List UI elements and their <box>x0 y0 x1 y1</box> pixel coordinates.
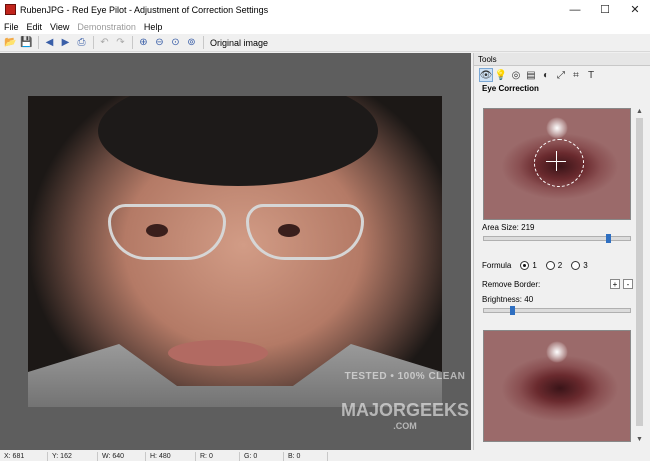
photo-hair <box>98 96 378 186</box>
menu-view[interactable]: View <box>50 22 69 32</box>
target-icon[interactable]: ◎ <box>509 68 523 82</box>
zoom-out-icon[interactable]: ⊖ <box>152 35 167 50</box>
photo-eye-left <box>146 224 168 237</box>
zoom-actual-icon[interactable]: ⊚ <box>184 35 199 50</box>
status-w: W: 640 <box>98 451 146 461</box>
toolbar: 📂 💾 ◀ ▶ ⎙ ↶ ↷ ⊕ ⊖ ⊙ ⊚ Original image <box>0 34 650 52</box>
eye-preview-after <box>483 330 631 442</box>
status-h: H: 480 <box>146 451 196 461</box>
close-icon[interactable]: ✕ <box>620 0 650 19</box>
eye-glint <box>546 117 568 139</box>
eye-icon[interactable]: 👁 <box>479 68 493 82</box>
tools-header: Tools <box>474 53 650 66</box>
window-title: RubenJPG - Red Eye Pilot - Adjustment of… <box>20 4 269 15</box>
menu-file[interactable]: File <box>4 22 19 32</box>
scroll-up-icon[interactable]: ▲ <box>634 106 645 116</box>
save-icon[interactable]: 💾 <box>19 35 34 50</box>
photo-glasses-right <box>246 204 364 260</box>
area-size-slider-thumb[interactable] <box>606 234 611 243</box>
eye-glint <box>546 341 568 363</box>
crop-icon[interactable]: ⌗ <box>569 68 583 82</box>
area-size-label: Area Size: 219 <box>482 223 535 232</box>
tools-icon-row: 👁 💡 ◎ ▤ ◐ ⤢ ⌗ T <box>474 66 650 84</box>
toolbar-separator <box>132 36 133 49</box>
watermark-logo: TESTED • 100% CLEAN MAJORGEEKS .COM <box>340 371 470 431</box>
menu-help[interactable]: Help <box>144 22 163 32</box>
area-size-slider[interactable] <box>483 234 631 243</box>
undo-icon[interactable]: ↶ <box>97 35 112 50</box>
formula-radio-3[interactable] <box>571 261 581 270</box>
formula-row: Formula 1 2 3 <box>482 261 588 270</box>
status-bar: X: 681 Y: 162 W: 640 H: 480 R: 0 G: 0 B:… <box>0 451 650 461</box>
status-g: G: 0 <box>240 451 284 461</box>
tools-scrollbar[interactable]: ▲ ▼ <box>634 106 645 444</box>
image-canvas[interactable]: TESTED • 100% CLEAN MAJORGEEKS .COM <box>0 53 471 450</box>
levels-icon[interactable]: ▤ <box>524 68 538 82</box>
text-icon[interactable]: T <box>584 68 598 82</box>
contrast-icon[interactable]: ◐ <box>539 68 553 82</box>
remove-border-label: Remove Border: <box>482 280 541 289</box>
selection-outline[interactable] <box>534 139 584 187</box>
status-r: R: 0 <box>196 451 240 461</box>
scroll-down-icon[interactable]: ▼ <box>634 434 645 444</box>
toolbar-separator <box>38 36 39 49</box>
photo-eye-right <box>278 224 300 237</box>
zoom-fit-icon[interactable]: ⊙ <box>168 35 183 50</box>
previous-arrow-icon[interactable]: ◀ <box>42 35 57 50</box>
menu-bar: File Edit View Demonstration Help <box>0 19 650 34</box>
app-icon <box>5 4 16 15</box>
maximize-icon[interactable]: ☐ <box>590 0 620 19</box>
brightness-label: Brightness: 40 <box>482 295 534 304</box>
formula-radio-1[interactable] <box>520 261 530 270</box>
brightness-slider[interactable] <box>483 306 631 315</box>
zoom-in-icon[interactable]: ⊕ <box>136 35 151 50</box>
next-arrow-icon[interactable]: ▶ <box>58 35 73 50</box>
formula-label: Formula <box>482 261 512 270</box>
bulb-icon[interactable]: 💡 <box>494 68 508 82</box>
formula-radio-2[interactable] <box>545 261 555 270</box>
border-plus-button[interactable]: + <box>610 279 620 289</box>
brightness-slider-thumb[interactable] <box>510 306 515 315</box>
title-bar: RubenJPG - Red Eye Pilot - Adjustment of… <box>0 0 650 19</box>
photo-mouth <box>168 340 268 366</box>
border-minus-button[interactable]: - <box>623 279 633 289</box>
menu-edit[interactable]: Edit <box>27 22 43 32</box>
toolbar-separator <box>203 36 204 49</box>
redo-icon[interactable]: ↷ <box>113 35 128 50</box>
print-icon[interactable]: ⎙ <box>74 35 89 50</box>
eye-correction-title: Eye Correction <box>482 84 539 93</box>
crosshair-icon <box>556 151 557 171</box>
tools-panel: Tools 👁 💡 ◎ ▤ ◐ ⤢ ⌗ T Eye Correction Are… <box>473 53 650 450</box>
resize-icon[interactable]: ⤢ <box>554 68 568 82</box>
status-y: Y: 162 <box>48 451 98 461</box>
portrait-photo[interactable] <box>28 96 442 407</box>
menu-demonstration[interactable]: Demonstration <box>77 22 136 32</box>
eye-preview-before[interactable] <box>483 108 631 220</box>
minimize-icon[interactable]: — <box>560 0 590 19</box>
scrollbar-thumb[interactable] <box>636 118 643 426</box>
open-folder-icon[interactable]: 📂 <box>3 35 18 50</box>
status-b: B: 0 <box>284 451 328 461</box>
toolbar-separator <box>93 36 94 49</box>
status-x: X: 681 <box>0 451 48 461</box>
original-image-button[interactable]: Original image <box>207 38 271 48</box>
